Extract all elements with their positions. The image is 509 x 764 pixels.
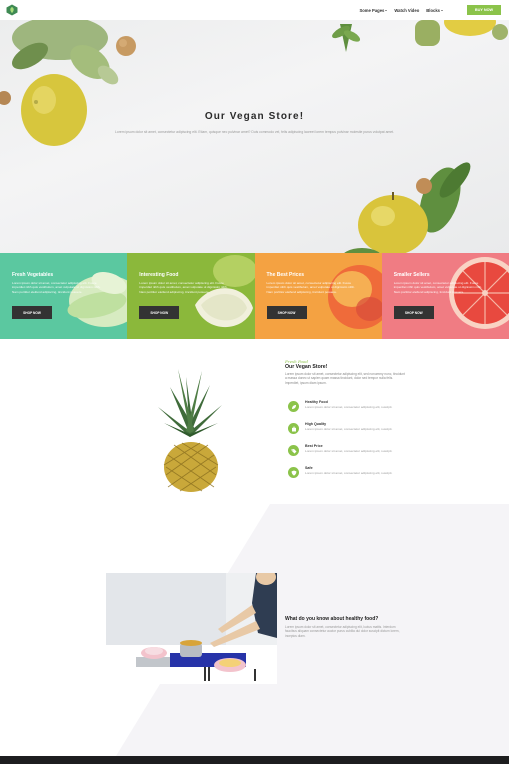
card-text: Lorem ipsum dolor sit amet, consectetur …	[139, 281, 228, 294]
feature-title: Healthy Food	[305, 400, 328, 404]
healthy-text: Lorem ipsum dolor sit amet, consectetur …	[285, 625, 400, 638]
shop-now-button[interactable]: SHOP NOW	[12, 306, 52, 319]
feature-text: Lorem ipsum dolor sit amet, consectetur …	[305, 471, 393, 475]
category-card-smaller-sellers: Smaller Sellers Lorem ipsum dolor sit am…	[381, 253, 509, 339]
feature-title: High Quality	[305, 422, 327, 426]
feature-text: Lorem ipsum dolor sit amet, consectetur …	[305, 449, 393, 453]
card-text: Lorem ipsum dolor sit amet, consectetur …	[12, 281, 101, 294]
site-header: Some Pages Watch Video Blocks BUY NOW	[0, 0, 509, 20]
hero-section: Our Vegan Store! Lorem ipsum dolor sit a…	[0, 20, 509, 254]
card-text: Lorem ipsum dolor sit amet, consectetur …	[266, 281, 355, 294]
pear-slice-image	[194, 255, 255, 328]
feature-safe: Safe Lorem ipsum dolor sit amet, consect…	[288, 466, 408, 484]
feature-text: Lorem ipsum dolor sit amet, consectetur …	[305, 427, 393, 431]
lettuce-image	[67, 271, 128, 327]
about-title: Our Vegan Store!	[285, 364, 328, 370]
card-title: The Best Prices	[266, 272, 305, 278]
nav-watch-video[interactable]: Watch Video	[394, 8, 419, 13]
peach-image	[327, 265, 382, 329]
feature-text: Lorem ipsum dolor sit amet, consectetur …	[305, 405, 393, 409]
card-title: Interesting Food	[139, 272, 179, 278]
pineapple-image	[158, 369, 222, 492]
category-card-best-prices: The Best Prices Lorem ipsum dolor sit am…	[254, 253, 382, 339]
nav-label: Some Pages	[359, 7, 385, 13]
cooking-photo	[106, 573, 277, 684]
feature-healthy-food: Healthy Food Lorem ipsum dolor sit amet,…	[288, 400, 408, 418]
shop-now-button[interactable]: SHOP NOW	[266, 306, 307, 319]
hero-title: Our Vegan Store!	[204, 111, 305, 122]
category-card-interesting-food: Interesting Food Lorem ipsum dolor sit a…	[127, 253, 255, 339]
category-card-fresh-vegetables: Fresh Vegetables Lorem ipsum dolor sit a…	[0, 253, 128, 339]
buy-now-button[interactable]: BUY NOW	[467, 5, 501, 15]
card-title: Smaller Sellers	[393, 272, 430, 278]
nav-label: Watch Video	[394, 7, 420, 13]
grapefruit-image	[449, 257, 509, 329]
about-section: Fresh Food Our Vegan Store! Lorem ipsum …	[0, 339, 509, 504]
tag-icon	[288, 445, 299, 456]
healthy-title: What do you know about healthy food?	[285, 616, 379, 622]
main-nav: Some Pages Watch Video Blocks	[359, 0, 443, 20]
logo-icon[interactable]	[6, 4, 18, 16]
chevron-down-icon	[385, 9, 388, 11]
hero-subtitle: Lorem ipsum dolor sit amet, consectetur …	[114, 130, 395, 134]
feature-title: Best Price	[305, 444, 323, 448]
healthy-food-section: What do you know about healthy food? Lor…	[0, 504, 509, 756]
nav-blocks[interactable]: Blocks	[426, 8, 443, 13]
page: Some Pages Watch Video Blocks BUY NOW Ou…	[0, 0, 509, 764]
shield-icon	[288, 467, 299, 478]
nav-some-pages[interactable]: Some Pages	[359, 7, 388, 13]
chevron-down-icon	[441, 9, 443, 11]
card-text: Lorem ipsum dolor sit amet, consectetur …	[393, 281, 483, 294]
footer-bar	[0, 756, 509, 764]
about-text: Lorem ipsum dolor sit amet, consectetur …	[285, 372, 405, 385]
category-cards: Fresh Vegetables Lorem ipsum dolor sit a…	[0, 253, 509, 339]
bag-icon	[288, 423, 299, 434]
leaf-icon	[288, 401, 299, 412]
nav-label: Blocks	[426, 7, 440, 13]
feature-best-price: Best Price Lorem ipsum dolor sit amet, c…	[288, 444, 408, 462]
shop-now-button[interactable]: SHOP NOW	[139, 306, 180, 319]
shop-now-button[interactable]: SHOP NOW	[393, 306, 434, 319]
feature-title: Safe	[305, 466, 313, 470]
feature-high-quality: High Quality Lorem ipsum dolor sit amet,…	[288, 422, 408, 440]
card-title: Fresh Vegetables	[12, 272, 54, 278]
hero-background-image	[0, 20, 508, 254]
